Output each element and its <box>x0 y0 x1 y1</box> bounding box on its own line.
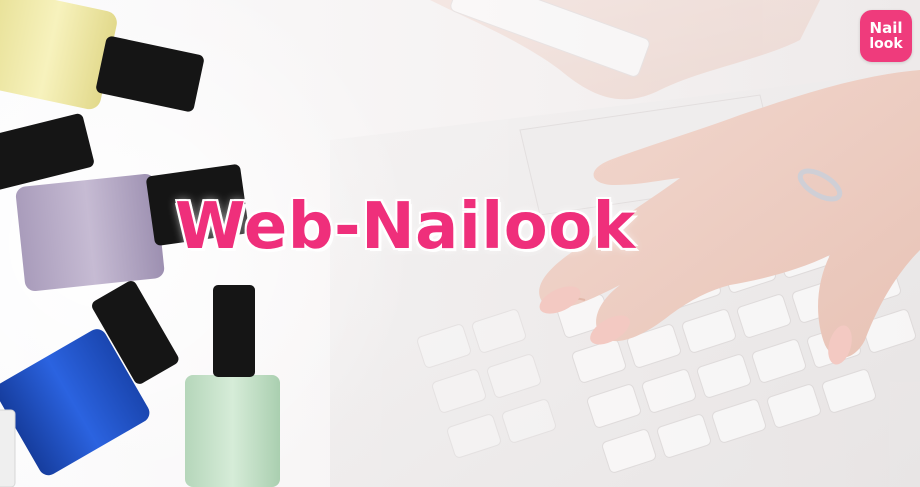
page-title: Web-Nailook <box>175 190 636 264</box>
hero-banner: Nail look Web-Nailook <box>0 0 920 487</box>
nailook-logo-icon[interactable]: Nail look <box>860 10 912 62</box>
logo-text-line2: look <box>869 36 903 52</box>
logo-text-line1: Nail <box>869 19 903 37</box>
